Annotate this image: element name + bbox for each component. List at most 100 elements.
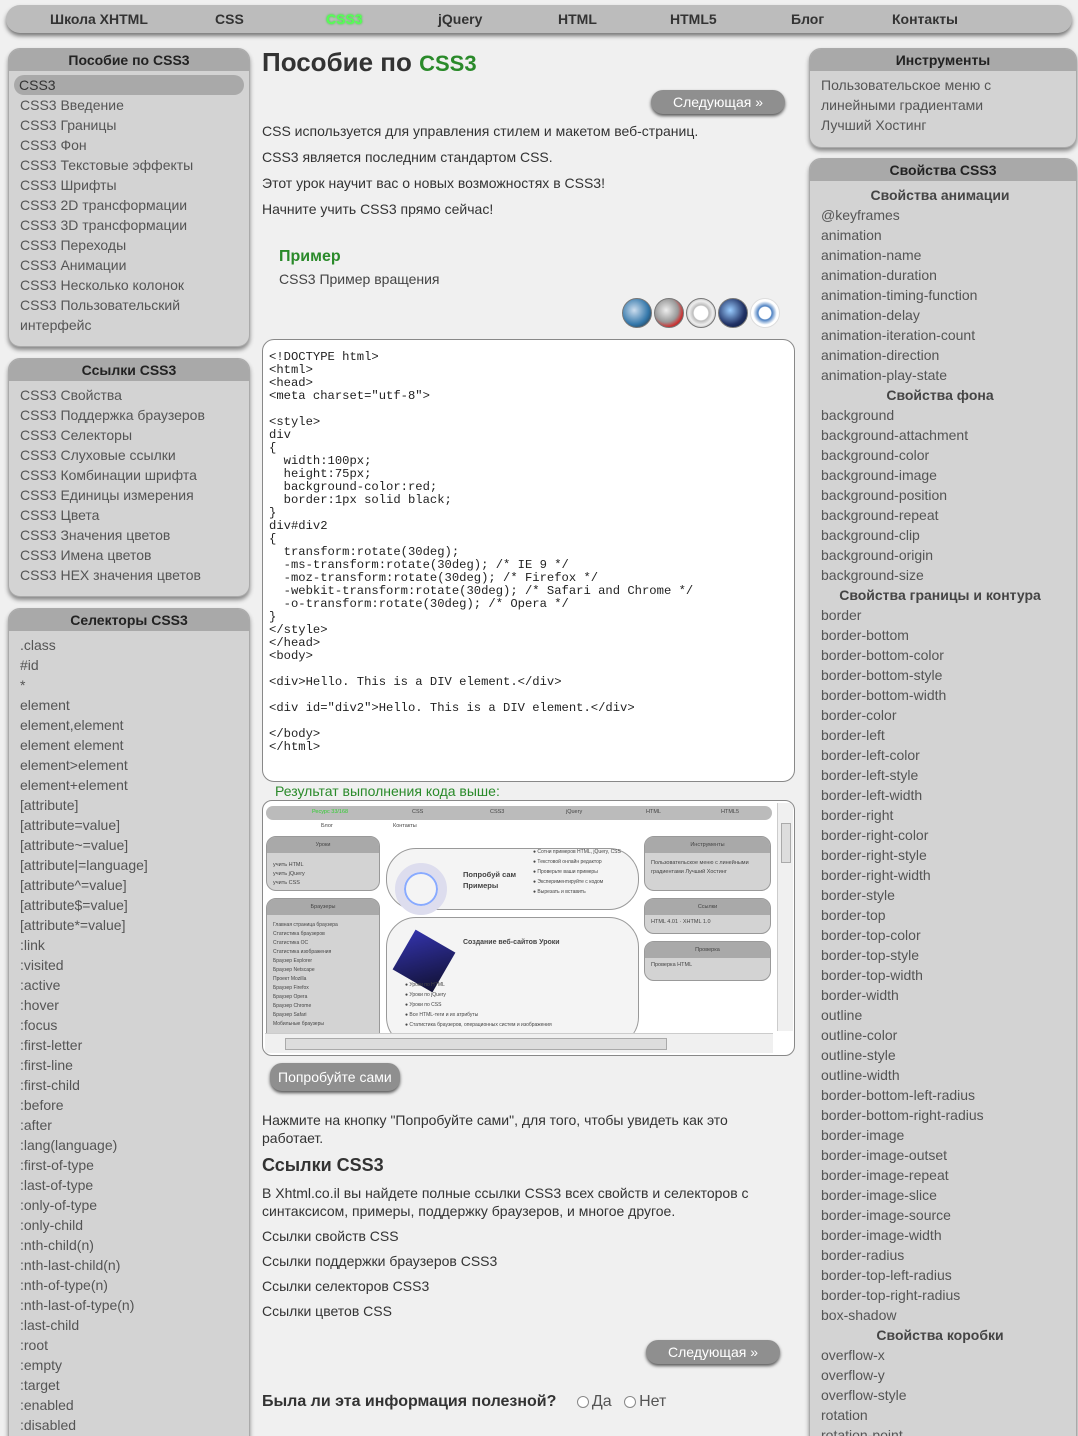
- scroll-thumb[interactable]: [285, 1038, 667, 1050]
- sidebar-link[interactable]: :empty: [9, 1355, 249, 1375]
- sidebar-link[interactable]: :last-child: [9, 1315, 249, 1335]
- sidebar-link[interactable]: CSS3 Единицы измерения: [9, 485, 249, 505]
- sidebar-link[interactable]: CSS3 Шрифты: [9, 175, 249, 195]
- sidebar-link[interactable]: [attribute]: [9, 795, 249, 815]
- sidebar-link[interactable]: :target: [9, 1375, 249, 1395]
- sidebar-link[interactable]: [attribute|=language]: [9, 855, 249, 875]
- sidebar-link[interactable]: CSS3 HEX значения цветов: [9, 565, 249, 585]
- sidebar-link[interactable]: :visited: [9, 955, 249, 975]
- sidebar-link[interactable]: background-repeat: [810, 505, 1076, 525]
- sidebar-link[interactable]: :before: [9, 1095, 249, 1115]
- sidebar-link[interactable]: [attribute*=value]: [9, 915, 249, 935]
- sidebar-link[interactable]: :nth-last-child(n): [9, 1255, 249, 1275]
- sidebar-link[interactable]: линейными градиентами: [810, 95, 1076, 115]
- sidebar-link[interactable]: :lang(language): [9, 1135, 249, 1155]
- sidebar-link[interactable]: :first-letter: [9, 1035, 249, 1055]
- sidebar-link[interactable]: border: [810, 605, 1076, 625]
- sidebar-link[interactable]: background: [810, 405, 1076, 425]
- sidebar-link[interactable]: border-right-color: [810, 825, 1076, 845]
- sidebar-link[interactable]: CSS3 Несколько колонок: [9, 275, 249, 295]
- sidebar-link[interactable]: CSS3: [14, 75, 244, 95]
- sidebar-link[interactable]: border-left: [810, 725, 1076, 745]
- refs-link[interactable]: Ссылки селекторов CSS3: [262, 1278, 762, 1294]
- sidebar-link[interactable]: element>element: [9, 755, 249, 775]
- sidebar-link[interactable]: border-left-color: [810, 745, 1076, 765]
- refs-link[interactable]: Ссылки поддержки браузеров CSS3: [262, 1253, 762, 1269]
- sidebar-link[interactable]: [attribute^=value]: [9, 875, 249, 895]
- scroll-thumb[interactable]: [781, 823, 791, 863]
- feedback-no[interactable]: Нет: [624, 1393, 666, 1410]
- sidebar-link[interactable]: CSS3 Текстовые эффекты: [9, 155, 249, 175]
- sidebar-link[interactable]: border-radius: [810, 1245, 1076, 1265]
- sidebar-link[interactable]: border-width: [810, 985, 1076, 1005]
- sidebar-link[interactable]: animation-timing-function: [810, 285, 1076, 305]
- sidebar-link[interactable]: border-top-left-radius: [810, 1265, 1076, 1285]
- sidebar-link[interactable]: background-color: [810, 445, 1076, 465]
- sidebar-link[interactable]: animation-delay: [810, 305, 1076, 325]
- sidebar-link[interactable]: :last-of-type: [9, 1175, 249, 1195]
- sidebar-link[interactable]: border-image-width: [810, 1225, 1076, 1245]
- sidebar-link[interactable]: [attribute=value]: [9, 815, 249, 835]
- sidebar-link[interactable]: background-size: [810, 565, 1076, 585]
- sidebar-link[interactable]: outline: [810, 1005, 1076, 1025]
- sidebar-link[interactable]: background-attachment: [810, 425, 1076, 445]
- sidebar-link[interactable]: CSS3 Переходы: [9, 235, 249, 255]
- nav-css3[interactable]: CSS3: [326, 11, 363, 27]
- sidebar-link[interactable]: outline-width: [810, 1065, 1076, 1085]
- feedback-yes[interactable]: Да: [576, 1393, 612, 1410]
- sidebar-link[interactable]: rotation: [810, 1405, 1076, 1425]
- refs-link[interactable]: Ссылки цветов CSS: [262, 1303, 762, 1319]
- sidebar-link[interactable]: [attribute~=value]: [9, 835, 249, 855]
- sidebar-link[interactable]: @keyframes: [810, 205, 1076, 225]
- sidebar-link[interactable]: border-bottom-left-radius: [810, 1085, 1076, 1105]
- nav-css[interactable]: CSS: [215, 11, 244, 27]
- sidebar-link[interactable]: border-right-style: [810, 845, 1076, 865]
- sidebar-link[interactable]: border-image: [810, 1125, 1076, 1145]
- sidebar-link[interactable]: border-image-outset: [810, 1145, 1076, 1165]
- sidebar-link[interactable]: :after: [9, 1115, 249, 1135]
- nav-jquery[interactable]: jQuery: [438, 11, 482, 27]
- sidebar-link[interactable]: :first-line: [9, 1055, 249, 1075]
- sidebar-link[interactable]: :first-of-type: [9, 1155, 249, 1175]
- sidebar-link[interactable]: border-top-right-radius: [810, 1285, 1076, 1305]
- sidebar-link[interactable]: CSS3 Фон: [9, 135, 249, 155]
- sidebar-link[interactable]: border-bottom-right-radius: [810, 1105, 1076, 1125]
- sidebar-link[interactable]: CSS3 Цвета: [9, 505, 249, 525]
- nav-contacts[interactable]: Контакты: [892, 11, 958, 27]
- sidebar-link[interactable]: box-shadow: [810, 1305, 1076, 1325]
- sidebar-link[interactable]: element+element: [9, 775, 249, 795]
- sidebar-link[interactable]: :enabled: [9, 1395, 249, 1415]
- radio-no[interactable]: [624, 1395, 637, 1408]
- sidebar-link[interactable]: animation-direction: [810, 345, 1076, 365]
- sidebar-link[interactable]: :first-child: [9, 1075, 249, 1095]
- sidebar-link[interactable]: border-image-slice: [810, 1185, 1076, 1205]
- sidebar-link[interactable]: :nth-last-of-type(n): [9, 1295, 249, 1315]
- sidebar-link[interactable]: CSS3 Границы: [9, 115, 249, 135]
- nav-blog[interactable]: Блог: [791, 11, 824, 27]
- sidebar-link[interactable]: *: [9, 675, 249, 695]
- sidebar-link[interactable]: background-image: [810, 465, 1076, 485]
- sidebar-link[interactable]: border-bottom-style: [810, 665, 1076, 685]
- sidebar-link[interactable]: CSS3 Поддержка браузеров: [9, 405, 249, 425]
- sidebar-link[interactable]: animation-name: [810, 245, 1076, 265]
- sidebar-link[interactable]: :hover: [9, 995, 249, 1015]
- sidebar-link[interactable]: :nth-child(n): [9, 1235, 249, 1255]
- sidebar-link[interactable]: :active: [9, 975, 249, 995]
- sidebar-link[interactable]: border-top: [810, 905, 1076, 925]
- sidebar-link[interactable]: :focus: [9, 1015, 249, 1035]
- next-button-bottom[interactable]: Следующая »: [646, 1340, 780, 1364]
- sidebar-link[interactable]: CSS3 2D трансформации: [9, 195, 249, 215]
- radio-yes[interactable]: [576, 1395, 589, 1408]
- sidebar-link[interactable]: outline-style: [810, 1045, 1076, 1065]
- next-button-top[interactable]: Следующая »: [651, 90, 785, 114]
- sidebar-link[interactable]: background-position: [810, 485, 1076, 505]
- sidebar-link[interactable]: интерфейс: [9, 315, 249, 335]
- sidebar-link[interactable]: outline-color: [810, 1025, 1076, 1045]
- sidebar-link[interactable]: CSS3 Анимации: [9, 255, 249, 275]
- sidebar-link[interactable]: border-image-repeat: [810, 1165, 1076, 1185]
- sidebar-link[interactable]: CSS3 Селекторы: [9, 425, 249, 445]
- sidebar-link[interactable]: .class: [9, 635, 249, 655]
- sidebar-link[interactable]: animation-iteration-count: [810, 325, 1076, 345]
- sidebar-link[interactable]: CSS3 Введение: [9, 95, 249, 115]
- refs-link[interactable]: Ссылки свойств CSS: [262, 1228, 762, 1244]
